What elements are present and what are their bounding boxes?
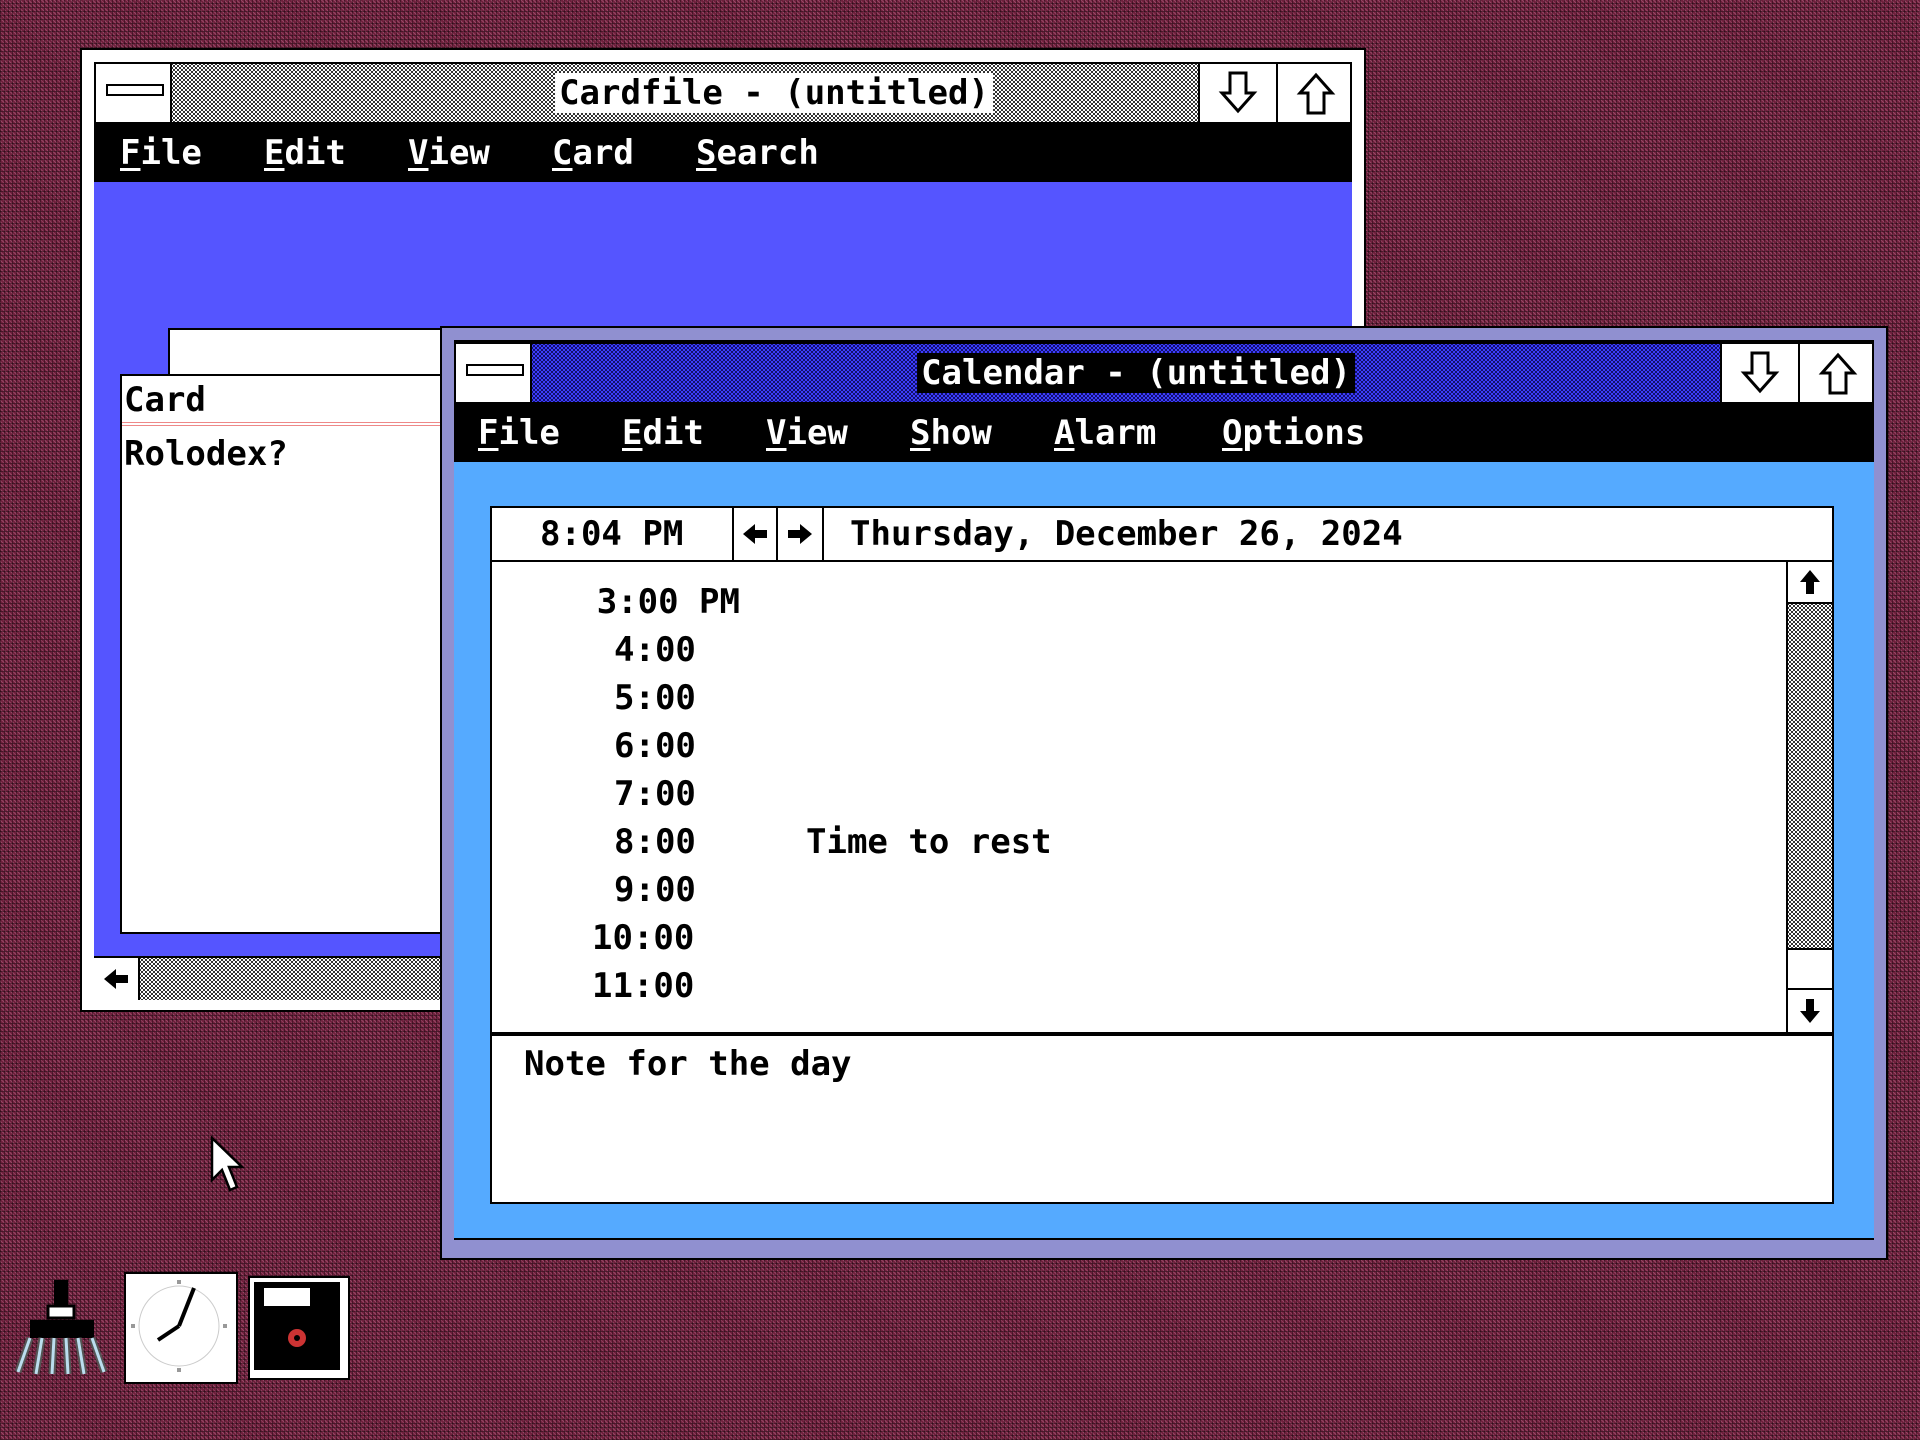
calendar-menu-edit[interactable]: Edit (622, 413, 704, 453)
cardfile-menubar: File Edit View Card Search (94, 124, 1352, 182)
slot-time[interactable]: 5:00 (614, 678, 696, 718)
system-menu-icon (466, 364, 524, 376)
slot-time[interactable]: 10:00 (592, 918, 694, 958)
next-day-button[interactable] (778, 508, 824, 560)
arrow-left-icon (104, 969, 128, 989)
day-note-area[interactable]: Note for the day (492, 1032, 1832, 1202)
slot-time[interactable]: 6:00 (614, 726, 696, 766)
calendar-menu-file[interactable]: File (478, 413, 560, 453)
calendar-menu-options[interactable]: Options (1222, 413, 1365, 453)
calendar-window: Calendar - (untitled) File Edit View Sho… (440, 326, 1888, 1260)
arrow-up-icon (1296, 72, 1336, 115)
calendar-title: Calendar - (untitled) (917, 353, 1355, 393)
appointment-vscrollbar[interactable] (1786, 562, 1832, 1032)
cardfile-menu-view[interactable]: View (408, 133, 490, 173)
day-view-panel: 8:04 PM Thursday, December 26, 2024 3:00… (490, 506, 1834, 1204)
previous-day-button[interactable] (732, 508, 778, 560)
paint-brush-icon[interactable] (14, 1276, 110, 1376)
cardfile-menu-card[interactable]: Card (552, 133, 634, 173)
calendar-maximize-button[interactable] (1798, 344, 1872, 402)
cardfile-minimize-button[interactable] (1198, 64, 1276, 122)
cardfile-menu-file[interactable]: File (120, 133, 202, 173)
scroll-thumb-track[interactable] (1788, 604, 1832, 950)
calendar-menu-show[interactable]: Show (910, 413, 992, 453)
calendar-menu-view[interactable]: View (766, 413, 848, 453)
arrow-down-icon (1800, 999, 1820, 1023)
current-time: 8:04 PM (540, 514, 684, 554)
floppy-disk-icon[interactable] (248, 1276, 350, 1380)
arrow-down-icon (1740, 351, 1780, 394)
scroll-down-button[interactable] (1788, 988, 1832, 1032)
cardfile-system-menu-button[interactable] (96, 64, 172, 122)
slot-time[interactable]: 8:00 (614, 822, 696, 862)
current-date: Thursday, December 26, 2024 (850, 514, 1403, 554)
status-line: 8:04 PM Thursday, December 26, 2024 (492, 508, 1832, 562)
slot-time[interactable]: 4:00 (614, 630, 696, 670)
cardfile-titlebar[interactable]: Cardfile - (untitled) (94, 62, 1352, 124)
calendar-titlebar[interactable]: Calendar - (untitled) (454, 342, 1874, 404)
day-note-text[interactable]: Note for the day (524, 1044, 852, 1084)
system-menu-icon (106, 84, 164, 96)
arrow-right-icon (788, 524, 812, 544)
appointment-list[interactable]: 3:00 PM 4:00 5:00 6:00 7:00 8:00 Time to… (492, 562, 1786, 1032)
mouse-pointer-icon (210, 1136, 244, 1192)
arrow-down-icon (1218, 71, 1258, 114)
calendar-system-menu-button[interactable] (456, 344, 532, 402)
card-header: Card (124, 380, 206, 420)
scroll-up-button[interactable] (1788, 562, 1832, 604)
calendar-minimize-button[interactable] (1720, 344, 1798, 402)
card-body-text[interactable]: Rolodex? (124, 434, 288, 474)
arrow-up-icon (1818, 352, 1858, 395)
cardfile-menu-search[interactable]: Search (696, 133, 819, 173)
slot-time[interactable]: 11:00 (592, 966, 694, 1006)
clock-icon[interactable] (124, 1272, 238, 1384)
slot-time[interactable]: 9:00 (614, 870, 696, 910)
scroll-left-button[interactable] (94, 958, 140, 1000)
arrow-left-icon (743, 524, 767, 544)
slot-time[interactable]: 7:00 (614, 774, 696, 814)
arrow-up-icon (1800, 570, 1820, 594)
slot-note[interactable]: Time to rest (806, 822, 1052, 862)
calendar-menu-alarm[interactable]: Alarm (1054, 413, 1156, 453)
slot-time[interactable]: 3:00 PM (597, 582, 740, 622)
cardfile-maximize-button[interactable] (1276, 64, 1350, 122)
calendar-menubar: File Edit View Show Alarm Options (454, 404, 1874, 462)
calendar-client-area: 8:04 PM Thursday, December 26, 2024 3:00… (454, 462, 1874, 1240)
cardfile-title: Cardfile - (untitled) (555, 73, 993, 113)
cardfile-menu-edit[interactable]: Edit (264, 133, 346, 173)
